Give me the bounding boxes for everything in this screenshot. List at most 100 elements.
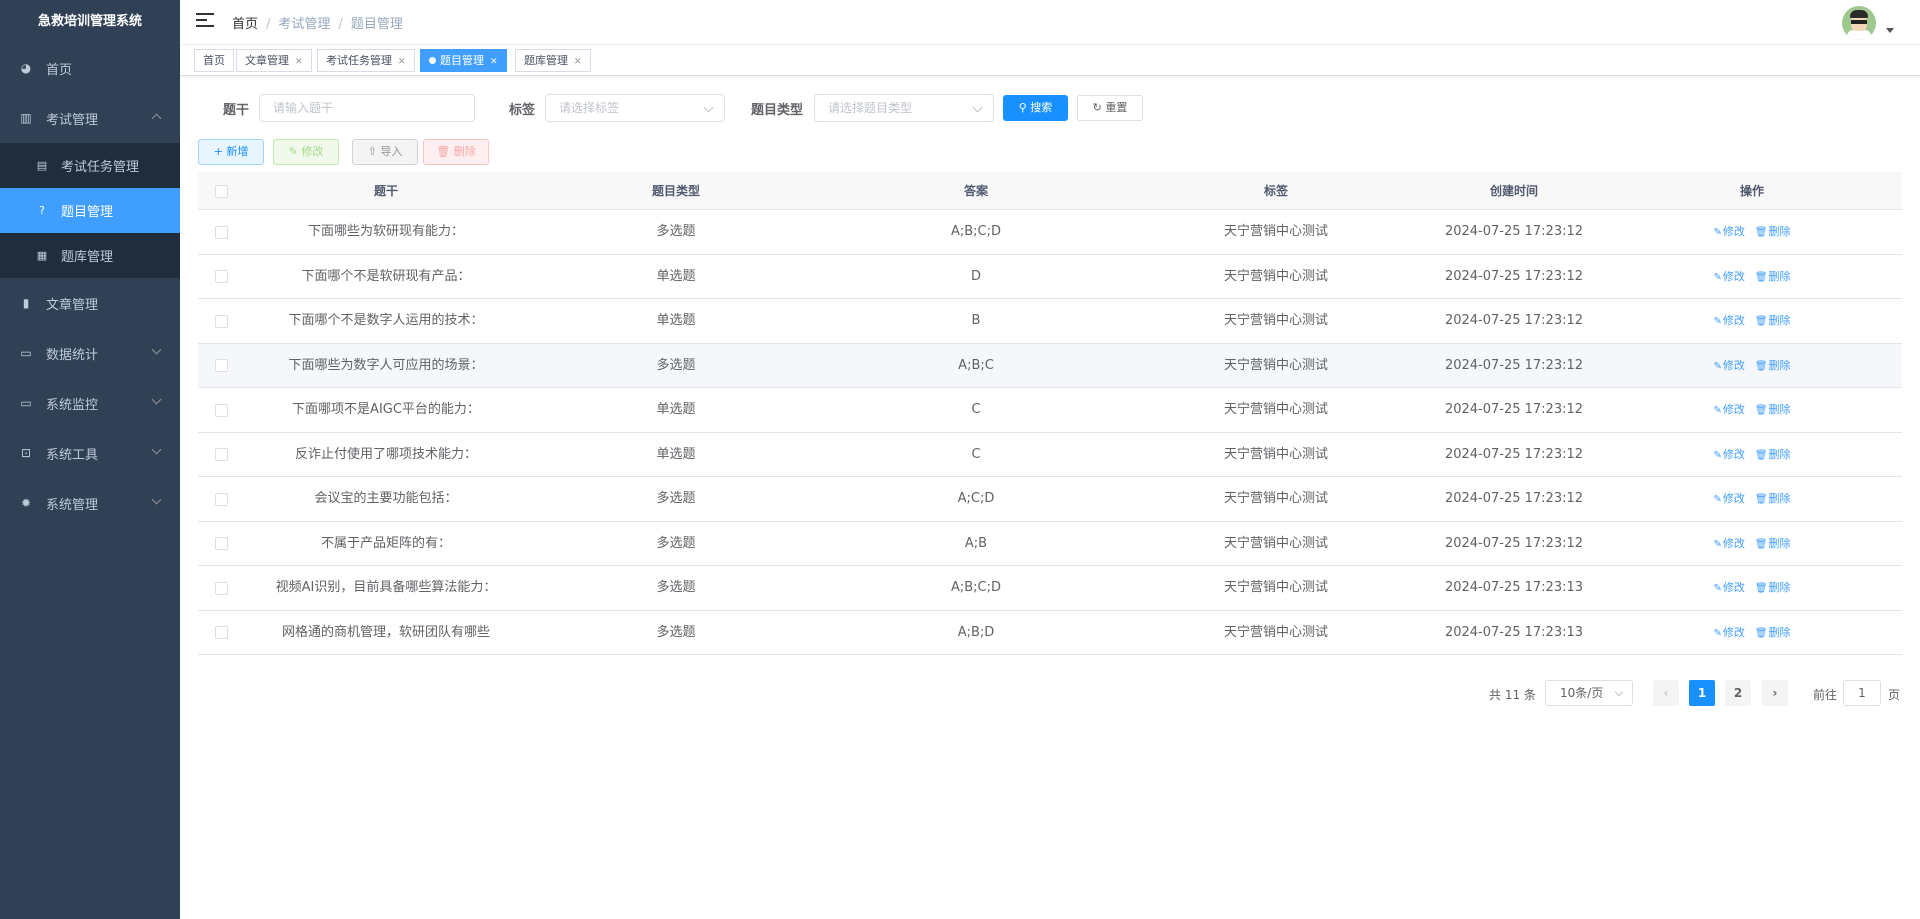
tag-question[interactable]: 题目管理 ✕: [420, 49, 507, 72]
reset-button[interactable]: ↻ 重置: [1077, 95, 1143, 121]
trash-icon: 🗑: [1754, 360, 1768, 372]
select-all-checkbox[interactable]: [198, 172, 246, 209]
row-checkbox[interactable]: [198, 344, 246, 388]
row-delete-link[interactable]: 🗑删除: [1755, 581, 1791, 594]
sidebar-item-tools[interactable]: ⊡ 系统工具: [0, 428, 180, 478]
tag-exam-task[interactable]: 考试任务管理 ✕: [317, 49, 415, 72]
row-checkbox[interactable]: [198, 299, 246, 343]
chart-icon: ▭: [20, 346, 32, 360]
chevron-down-icon: [1614, 687, 1624, 697]
sidebar-item-home[interactable]: ◕ 首页: [0, 43, 180, 93]
breadcrumb-home[interactable]: 首页: [232, 17, 258, 32]
row-delete-label: 删除: [1768, 536, 1791, 550]
table-row: 下面哪些为数字人可应用的场景： 多选题 A;B;C 天宁营销中心测试 2024-07-2…: [198, 343, 1902, 388]
edit-icon: ✎: [1713, 271, 1722, 283]
chevron-down-icon: [151, 444, 162, 455]
row-edit-link[interactable]: ✎修改: [1713, 314, 1744, 327]
edit-button-label: 修改: [301, 145, 324, 158]
row-delete-link[interactable]: 🗑删除: [1755, 403, 1791, 416]
row-edit-link[interactable]: ✎修改: [1713, 359, 1744, 372]
sidebar-item-article[interactable]: ▮ 文章管理: [0, 278, 180, 328]
hamburger-icon[interactable]: [196, 13, 214, 29]
sidebar-item-bank[interactable]: ▦ 题库管理: [0, 233, 180, 278]
next-page-button[interactable]: ›: [1762, 680, 1788, 706]
close-icon[interactable]: ✕: [295, 57, 303, 67]
row-delete-link[interactable]: 🗑删除: [1755, 492, 1791, 505]
sidebar-item-exam-task[interactable]: ▤ 考试任务管理: [0, 143, 180, 188]
question-table: 题干 题目类型 答案 标签 创建时间 操作 下面哪些为软研现有能力： 多选题 A;B…: [198, 172, 1902, 655]
tag-label: 题库管理: [524, 54, 568, 67]
row-edit-link[interactable]: ✎修改: [1713, 626, 1744, 639]
caret-down-icon[interactable]: [1886, 28, 1894, 33]
row-delete-label: 删除: [1768, 625, 1791, 639]
sidebar-item-label: 首页: [46, 62, 73, 78]
row-checkbox[interactable]: [198, 611, 246, 655]
cell-time: 2024-07-25 17:23:12: [1444, 357, 1584, 373]
search-button[interactable]: ⚲ 搜索: [1003, 95, 1068, 121]
row-delete-link[interactable]: 🗑删除: [1755, 448, 1791, 461]
cell-stem: 会议宝的主要功能包括：: [314, 491, 458, 506]
sidebar-item-question[interactable]: ? 题目管理: [0, 188, 180, 233]
sidebar-item-exam[interactable]: ▥ 考试管理: [0, 93, 180, 143]
trash-icon: 🗑: [1754, 405, 1768, 416]
tag-select[interactable]: 请选择标签: [545, 94, 725, 122]
row-edit-link[interactable]: ✎修改: [1713, 537, 1744, 550]
tag-article[interactable]: 文章管理 ✕: [236, 49, 312, 72]
page-size-value: 10条/页: [1560, 686, 1604, 700]
table-row: 下面哪个不是数字人运用的技术： 单选题 B 天宁营销中心测试 2024-07-25 17…: [198, 299, 1902, 344]
avatar[interactable]: [1842, 6, 1876, 40]
row-delete-link[interactable]: 🗑删除: [1755, 225, 1791, 238]
row-delete-label: 删除: [1768, 581, 1791, 594]
row-delete-label: 删除: [1768, 403, 1791, 416]
row-edit-link[interactable]: ✎修改: [1713, 403, 1744, 416]
row-checkbox[interactable]: [198, 255, 246, 299]
close-icon[interactable]: ✕: [574, 57, 582, 67]
cell-time: 2024-07-25 17:23:13: [1444, 580, 1584, 595]
page-size-select[interactable]: 10条/页: [1545, 680, 1633, 706]
tag-bank[interactable]: 题库管理 ✕: [515, 49, 591, 72]
row-edit-link[interactable]: ✎修改: [1713, 581, 1744, 594]
delete-button[interactable]: 🗑 删除: [423, 139, 489, 165]
close-icon[interactable]: ✕: [398, 57, 406, 67]
row-delete-link[interactable]: 🗑删除: [1755, 626, 1791, 639]
row-delete-link[interactable]: 🗑删除: [1755, 314, 1791, 327]
tag-label: 题目管理: [440, 54, 484, 67]
row-delete-link[interactable]: 🗑删除: [1755, 359, 1791, 372]
jump-page-input[interactable]: 1: [1843, 680, 1881, 706]
row-checkbox[interactable]: [198, 566, 246, 610]
cell-tag: 天宁营销中心测试: [1223, 580, 1328, 595]
row-checkbox[interactable]: [198, 210, 246, 254]
row-checkbox[interactable]: [198, 433, 246, 477]
prev-page-button[interactable]: ‹: [1653, 680, 1679, 706]
cell-type: 多选题: [656, 580, 696, 595]
import-button[interactable]: ⇧ 导入: [352, 139, 418, 165]
sidebar-item-system[interactable]: ✹ 系统管理: [0, 478, 180, 528]
plus-icon: +: [213, 145, 223, 158]
row-delete-link[interactable]: 🗑删除: [1755, 537, 1791, 550]
row-edit-link[interactable]: ✎修改: [1713, 270, 1744, 283]
row-delete-link[interactable]: 🗑删除: [1755, 270, 1791, 283]
tag-label: 文章管理: [245, 54, 289, 67]
sidebar-item-monitor[interactable]: ▭ 系统监控: [0, 378, 180, 428]
page-1-button[interactable]: 1: [1689, 680, 1715, 706]
tag-home[interactable]: 首页: [194, 49, 234, 72]
cell-type: 多选题: [656, 535, 696, 551]
row-edit-link[interactable]: ✎修改: [1713, 492, 1744, 505]
sidebar-item-label: 题库管理: [61, 250, 114, 265]
type-select[interactable]: 请选择题目类型: [814, 94, 994, 122]
close-icon[interactable]: ✕: [490, 57, 498, 67]
exam-submenu: ▤ 考试任务管理 ? 题目管理 ▦ 题库管理: [0, 143, 180, 278]
refresh-icon: ↻: [1092, 101, 1102, 114]
sidebar-item-stats[interactable]: ▭ 数据统计: [0, 328, 180, 378]
add-button[interactable]: + 新增: [198, 139, 264, 165]
cell-type: 多选题: [656, 224, 696, 239]
row-checkbox[interactable]: [198, 477, 246, 521]
cell-tag: 天宁营销中心测试: [1223, 268, 1328, 284]
edit-button[interactable]: ✎ 修改: [273, 139, 339, 165]
row-checkbox[interactable]: [198, 388, 246, 432]
row-edit-link[interactable]: ✎修改: [1713, 225, 1744, 238]
row-edit-link[interactable]: ✎修改: [1713, 448, 1744, 461]
page-2-button[interactable]: 2: [1725, 680, 1751, 706]
stem-input[interactable]: [259, 94, 475, 122]
row-checkbox[interactable]: [198, 522, 246, 566]
